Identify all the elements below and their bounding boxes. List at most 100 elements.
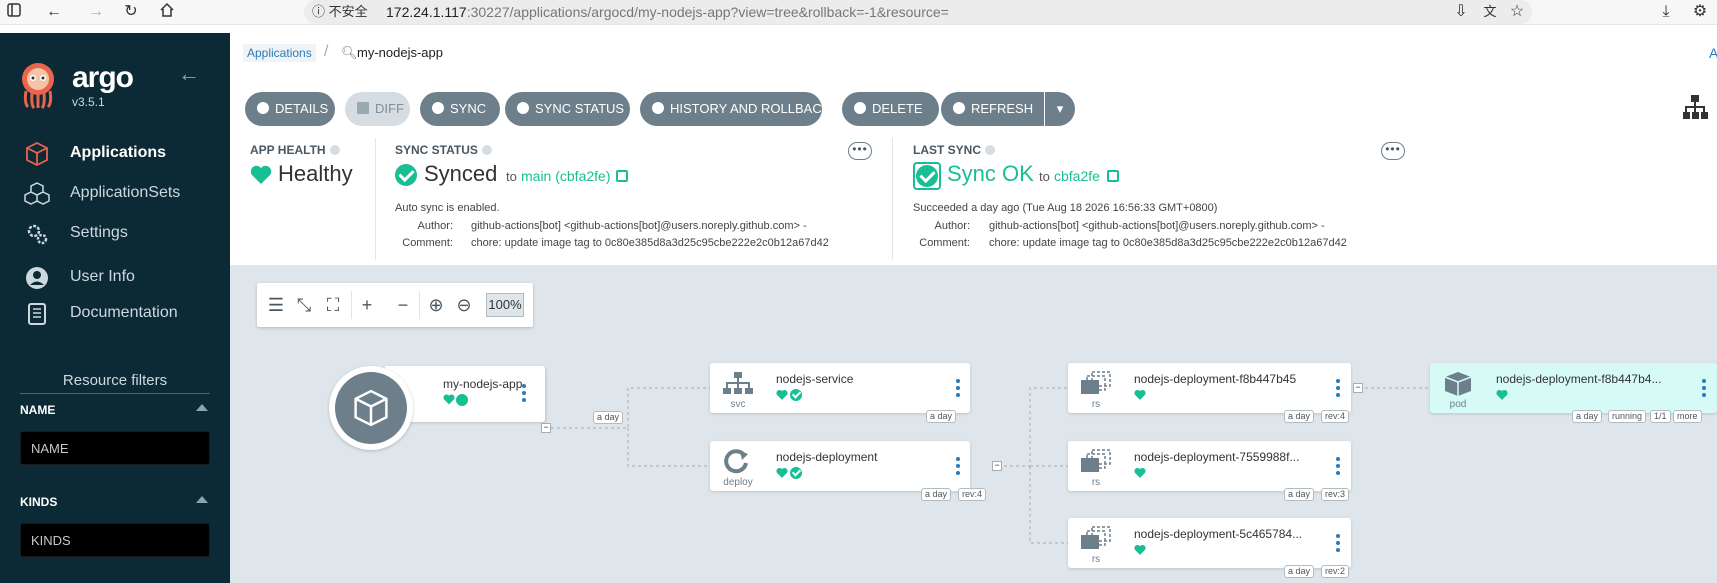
history-rollback-button[interactable]: HISTORY AND ROLLBACK [640, 92, 830, 126]
help-icon[interactable] [985, 145, 996, 155]
reload-icon[interactable]: ↻ [121, 2, 141, 22]
nav-label: User Info [70, 268, 135, 285]
nav-label: Applications [70, 144, 167, 161]
extensions-icon[interactable]: ⚙ [1690, 2, 1710, 22]
heart-icon [776, 389, 788, 400]
sync-revision-link[interactable]: main (cbfa2fe) [521, 168, 610, 184]
security-indicator[interactable]: ⓘ 不安全 [312, 3, 368, 21]
downloads-icon[interactable]: ⤓ [1656, 2, 1676, 22]
resource-node-rs[interactable]: rs nodejs-deployment-5c465784... [1068, 518, 1351, 568]
kebab-menu-icon[interactable] [956, 457, 960, 475]
name-filter-input[interactable] [20, 431, 210, 465]
external-link-icon[interactable] [1107, 170, 1119, 182]
refresh-dropdown-button[interactable]: ▾ [1045, 92, 1075, 126]
panel-divider [892, 138, 893, 260]
collapse-toggle[interactable]: − [541, 423, 551, 433]
home-icon[interactable] [157, 2, 177, 22]
warning-icon: ⓘ [312, 4, 326, 19]
browser-toolbar: ← → ↻ ⓘ 不安全 172.24.1.117:30227/applicati… [0, 0, 1717, 25]
tree-edges [545, 385, 1436, 546]
forward-icon[interactable]: → [86, 2, 106, 22]
tab-sidebar-icon[interactable] [4, 2, 24, 22]
sync-button[interactable]: SYNC [420, 92, 500, 126]
last-sync-value: Sync OK [947, 161, 1034, 186]
more-tag[interactable]: more [1673, 410, 1702, 423]
nav-documentation[interactable]: Documentation [0, 295, 230, 331]
details-label: DETAILS [275, 101, 329, 116]
resource-node-rs[interactable]: rs nodejs-deployment-f8b447b45 [1068, 363, 1351, 413]
tree-view-icon[interactable] [1682, 94, 1708, 120]
kinds-filter-toggle-icon[interactable] [196, 496, 208, 503]
age-tag: a day [1284, 488, 1315, 501]
kinds-filter-input[interactable] [20, 523, 210, 557]
comment-label: Comment: [402, 237, 453, 249]
kebab-menu-icon[interactable] [522, 384, 526, 402]
resource-name: nodejs-deployment-f8b447b45 [1134, 372, 1297, 386]
nav-applicationsets[interactable]: ApplicationSets [0, 175, 230, 211]
last-sync-time: Succeeded a day ago (Tue Aug 18 2026 16:… [913, 202, 1218, 214]
collapse-toggle[interactable]: − [1353, 383, 1363, 393]
last-sync-more-button[interactable]: ••• [1381, 142, 1405, 160]
status-panel: APP HEALTH Healthy SYNC STATUS Synced to… [230, 134, 1717, 266]
details-button[interactable]: DETAILS [245, 92, 335, 126]
breadcrumb-app-name[interactable]: my-nodejs-app [357, 45, 443, 60]
resource-node-pod[interactable]: pod nodejs-deployment-f8b447b4... [1430, 363, 1717, 413]
info-icon [257, 102, 269, 114]
favorite-star-icon[interactable]: ☆ [1507, 2, 1527, 22]
diff-button[interactable]: DIFF [345, 92, 410, 126]
nav-user-info[interactable]: User Info [0, 259, 230, 295]
resource-tree-canvas[interactable]: ☰ ⤡ ⛶ + − ⊕ ⊖ 100% my-nodejs-app a day −… [230, 266, 1717, 583]
network-icon [723, 372, 753, 394]
replicaset-icon [1081, 371, 1111, 394]
collapse-toggle[interactable]: − [992, 461, 1002, 471]
sync-more-button[interactable]: ••• [848, 142, 872, 160]
kebab-menu-icon[interactable] [956, 379, 960, 397]
last-sync-to-label: to [1039, 169, 1050, 184]
health-status-value: Healthy [278, 161, 353, 186]
replicaset-icon [1081, 449, 1111, 472]
panel-divider [375, 138, 376, 260]
kebab-menu-icon[interactable] [1336, 379, 1340, 397]
sync-status-button[interactable]: SYNC STATUS [505, 92, 630, 126]
delete-button[interactable]: DELETE [842, 92, 939, 126]
refresh-button[interactable]: REFRESH [941, 92, 1044, 126]
last-sync-revision-link[interactable]: cbfa2fe [1054, 168, 1100, 184]
synced-check-icon [790, 467, 802, 479]
resource-node-svc[interactable]: svc nodejs-service [710, 363, 970, 413]
heart-icon [1134, 544, 1146, 555]
last-sync-comment: chore: update image tag to 0c80e385d8a3d… [989, 237, 1347, 249]
top-bar: Applications / 🔍︎ my-nodejs-app A [230, 33, 1717, 78]
kebab-menu-icon[interactable] [1702, 379, 1706, 397]
resource-kind: rs [1091, 477, 1101, 488]
kebab-menu-icon[interactable] [1336, 457, 1340, 475]
heart-icon [443, 394, 455, 405]
kebab-menu-icon[interactable] [1336, 534, 1340, 552]
nav-settings[interactable]: Settings [0, 215, 230, 251]
auto-sync-text: Auto sync is enabled. [395, 202, 500, 214]
collapse-sidebar-icon[interactable]: ← [178, 61, 200, 87]
resource-kind: pod [1449, 399, 1467, 410]
app-node-icon [329, 366, 413, 450]
resource-node-deploy[interactable]: deploy nodejs-deployment [710, 441, 970, 491]
translate-icon[interactable]: 文 [1480, 2, 1500, 22]
help-icon[interactable] [329, 145, 340, 155]
resource-name: nodejs-deployment-f8b447b4... [1496, 372, 1662, 386]
external-link-icon[interactable] [616, 170, 628, 182]
url-text: 172.24.1.117:30227/applications/argocd/m… [386, 3, 949, 21]
resource-name: nodejs-deployment-7559988f... [1134, 450, 1300, 464]
install-icon[interactable]: ⇩ [1451, 2, 1471, 22]
breadcrumb-applications[interactable]: Applications [243, 44, 316, 62]
name-filter-toggle-icon[interactable] [196, 404, 208, 411]
last-sync-title: LAST SYNC [913, 143, 996, 157]
search-icon[interactable]: 🔍︎ [341, 45, 358, 61]
back-icon[interactable]: ← [44, 2, 64, 22]
help-icon[interactable] [481, 145, 492, 155]
file-diff-icon [357, 102, 369, 114]
replicaset-icon [1081, 526, 1111, 549]
nav-label: Documentation [70, 304, 178, 321]
nav-applications[interactable]: Applications [0, 135, 230, 171]
account-link[interactable]: A [1709, 45, 1717, 61]
nav-label: Settings [70, 224, 128, 241]
resource-node-rs[interactable]: rs nodejs-deployment-7559988f... [1068, 441, 1351, 491]
refresh-icon [953, 102, 965, 114]
